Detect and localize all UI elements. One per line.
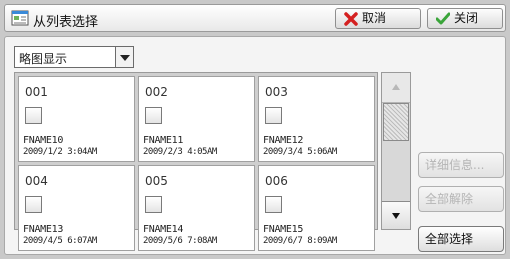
file-checkbox[interactable]	[25, 107, 42, 124]
close-label: 关闭	[454, 11, 479, 25]
cross-icon	[344, 12, 358, 26]
file-checkbox[interactable]	[265, 107, 282, 124]
title-bar: 从列表选择 取消 关闭	[4, 4, 506, 32]
list-select-icon	[11, 10, 29, 26]
view-mode-dropdown[interactable]: 略图显示	[14, 46, 134, 68]
file-date: 2009/1/2 3:04AM	[23, 147, 97, 157]
scroll-up-button[interactable]	[382, 73, 410, 103]
view-mode-value: 略图显示	[19, 52, 68, 66]
file-tile[interactable]: 003 FNAME12 2009/3/4 5:06AM	[258, 76, 375, 162]
file-name: FNAME11	[143, 135, 184, 146]
file-tile[interactable]: 004 FNAME13 2009/4/5 6:07AM	[18, 165, 135, 251]
file-checkbox[interactable]	[25, 196, 42, 213]
file-name: FNAME14	[143, 224, 184, 235]
file-checkbox[interactable]	[145, 196, 162, 213]
file-tile[interactable]: 006 FNAME15 2009/6/7 8:09AM	[258, 165, 375, 251]
vertical-scrollbar[interactable]	[381, 72, 411, 230]
cancel-label: 取消	[362, 11, 387, 25]
select-all-button[interactable]: 全部选择	[418, 226, 504, 252]
clear-all-button[interactable]: 全部解除	[418, 186, 504, 212]
page-title: 从列表选择	[33, 15, 99, 30]
file-number: 004	[25, 174, 48, 188]
file-tile[interactable]: 005 FNAME14 2009/5/6 7:08AM	[138, 165, 255, 251]
close-button[interactable]: 关闭	[427, 8, 503, 29]
file-tile[interactable]: 002 FNAME11 2009/2/3 4:05AM	[138, 76, 255, 162]
file-checkbox[interactable]	[265, 196, 282, 213]
file-date: 2009/3/4 5:06AM	[263, 147, 337, 157]
file-name: FNAME15	[263, 224, 304, 235]
file-number: 005	[145, 174, 168, 188]
file-name: FNAME10	[23, 135, 64, 146]
file-number: 006	[265, 174, 288, 188]
arrow-down-icon	[392, 213, 400, 219]
file-date: 2009/6/7 8:09AM	[263, 236, 337, 246]
file-number: 001	[25, 85, 48, 99]
arrow-up-icon	[392, 84, 400, 90]
scroll-thumb[interactable]	[383, 103, 409, 141]
scroll-down-button[interactable]	[382, 201, 410, 229]
file-date: 2009/5/6 7:08AM	[143, 236, 217, 246]
checkmark-icon	[436, 12, 450, 25]
cancel-button[interactable]: 取消	[335, 8, 421, 29]
file-tile[interactable]: 001 FNAME10 2009/1/2 3:04AM	[18, 76, 135, 162]
thumbnail-grid: 001 FNAME10 2009/1/2 3:04AM 002 FNAME11 …	[14, 72, 378, 251]
chevron-down-icon	[115, 47, 133, 67]
file-number: 002	[145, 85, 168, 99]
file-number: 003	[265, 85, 288, 99]
file-name: FNAME12	[263, 135, 304, 146]
file-name: FNAME13	[23, 224, 64, 235]
file-date: 2009/2/3 4:05AM	[143, 147, 217, 157]
file-date: 2009/4/5 6:07AM	[23, 236, 97, 246]
file-checkbox[interactable]	[145, 107, 162, 124]
details-button[interactable]: 详细信息...	[418, 152, 504, 178]
